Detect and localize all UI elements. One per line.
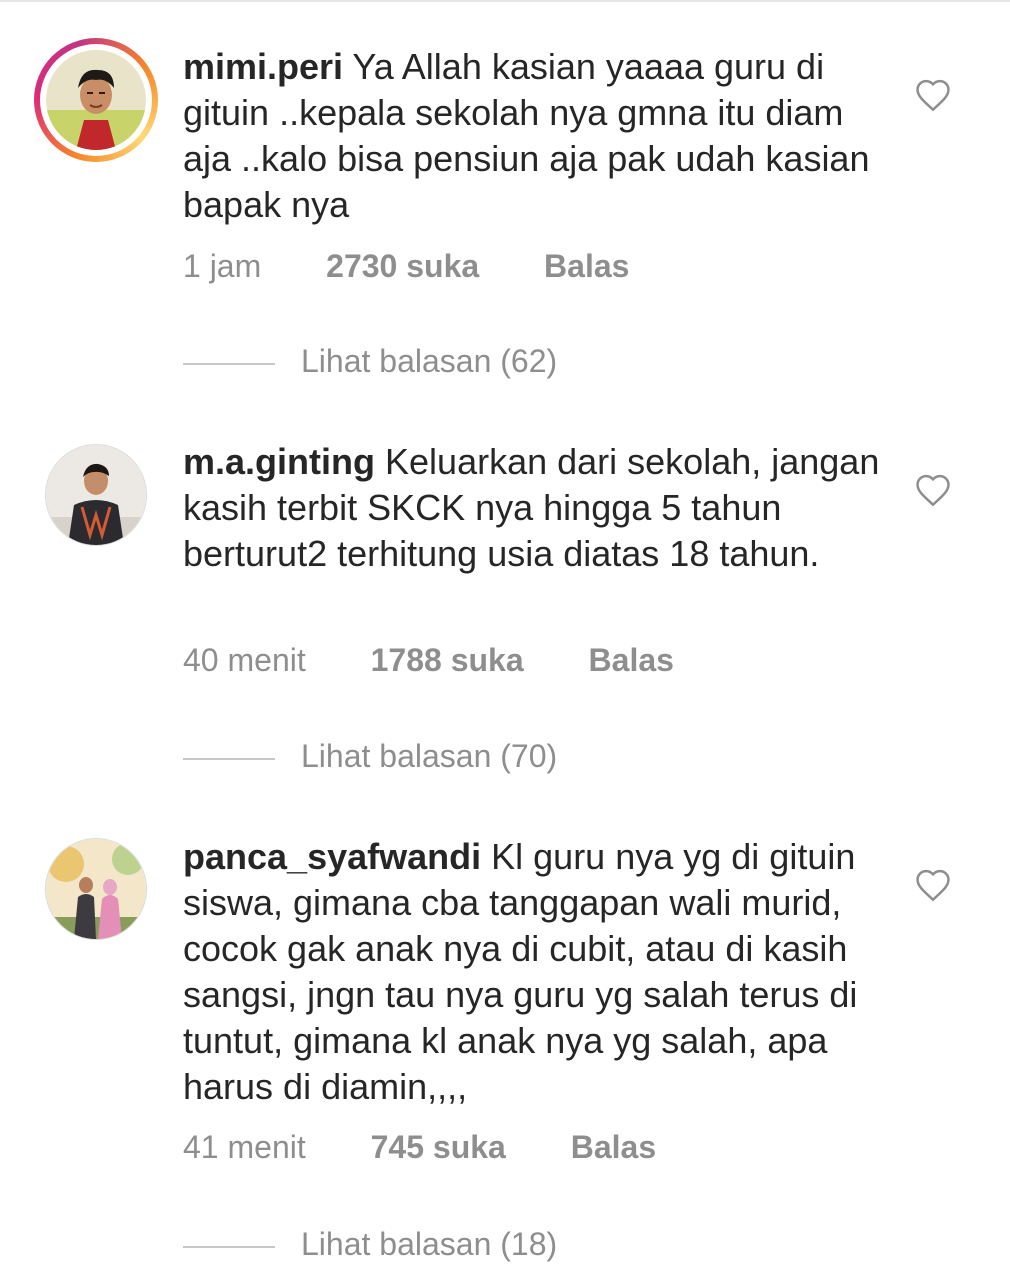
replies-divider	[183, 362, 275, 365]
top-divider	[0, 0, 1010, 2]
comment-meta: 41 menit 745 suka Balas	[183, 1127, 656, 1167]
comment-text: panca_syafwandi Kl guru nya yg di gituin…	[183, 834, 883, 1110]
like-button[interactable]	[914, 473, 952, 507]
heart-outline-icon	[916, 869, 950, 902]
comment-meta: 1 jam 2730 suka Balas	[183, 246, 629, 286]
reply-button[interactable]: Balas	[589, 640, 674, 680]
avatar[interactable]	[34, 38, 158, 162]
comment-text: mimi.peri Ya Allah kasian yaaaa guru di …	[183, 44, 883, 228]
comment-likes[interactable]: 745 suka	[371, 1127, 506, 1167]
replies-divider	[183, 1245, 275, 1248]
replies-divider	[183, 757, 275, 760]
avatar[interactable]	[45, 444, 147, 546]
comment-username[interactable]: m.a.ginting	[183, 441, 375, 482]
view-replies-button[interactable]: Lihat balasan (18)	[183, 1224, 557, 1264]
reply-button[interactable]: Balas	[571, 1127, 656, 1167]
view-replies-button[interactable]: Lihat balasan (70)	[183, 736, 557, 776]
view-replies-label: Lihat balasan (62)	[301, 343, 558, 379]
comment-likes[interactable]: 2730 suka	[326, 246, 479, 286]
comment-text: m.a.ginting Keluarkan dari sekolah, jang…	[183, 439, 883, 577]
comment-username[interactable]: panca_syafwandi	[183, 836, 481, 877]
heart-outline-icon	[916, 474, 950, 507]
avatar-photo	[45, 444, 147, 546]
avatar-photo	[46, 50, 146, 150]
comment-time: 1 jam	[183, 248, 262, 284]
avatar-photo	[45, 838, 147, 940]
heart-outline-icon	[916, 79, 950, 112]
comment-likes[interactable]: 1788 suka	[371, 640, 524, 680]
view-replies-label: Lihat balasan (18)	[301, 1226, 558, 1262]
like-button[interactable]	[914, 78, 952, 112]
comment-time: 40 menit	[183, 642, 306, 678]
comment-username[interactable]: mimi.peri	[183, 46, 343, 87]
comment-time: 41 menit	[183, 1129, 306, 1165]
reply-button[interactable]: Balas	[544, 246, 629, 286]
avatar[interactable]	[45, 838, 147, 940]
view-replies-label: Lihat balasan (70)	[301, 738, 558, 774]
view-replies-button[interactable]: Lihat balasan (62)	[183, 341, 557, 381]
comment-meta: 40 menit 1788 suka Balas	[183, 640, 674, 680]
like-button[interactable]	[914, 868, 952, 902]
